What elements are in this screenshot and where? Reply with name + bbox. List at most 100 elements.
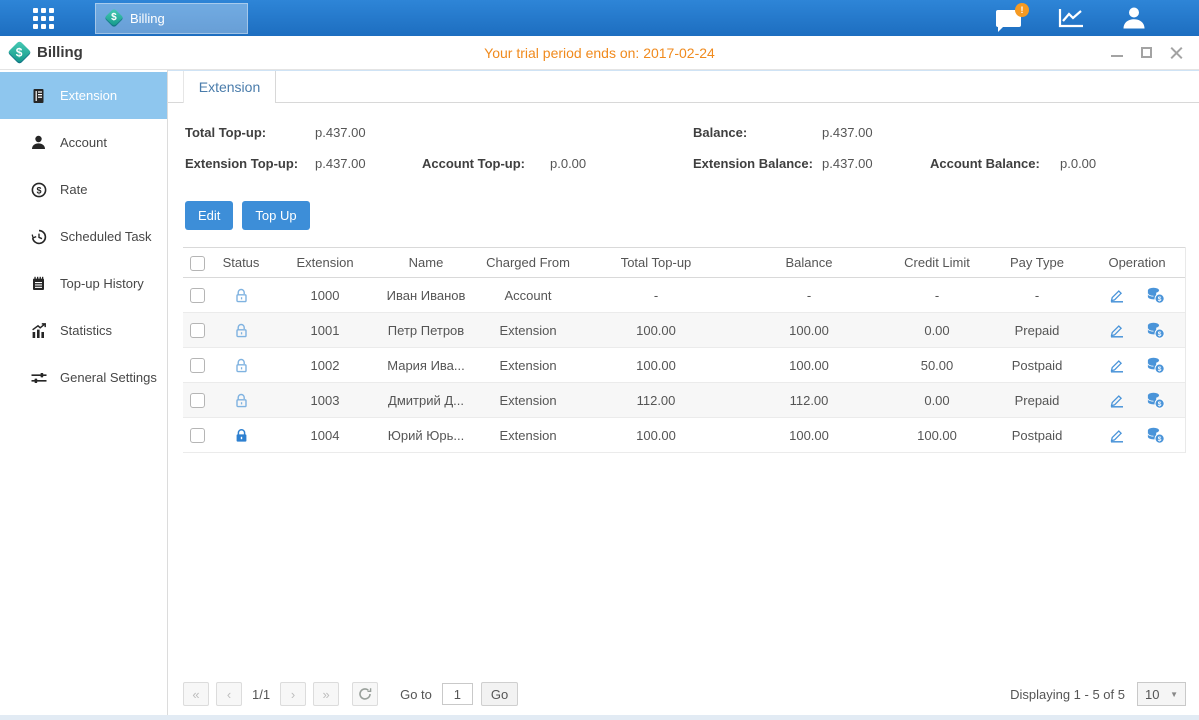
table-row: 1004 Юрий Юрь... Extension 100.00 100.00…: [183, 418, 1185, 453]
open-lock-icon[interactable]: [233, 322, 250, 339]
sidebar-item-rate[interactable]: $ Rate: [0, 166, 167, 213]
total-topup-label: Total Top-up:: [185, 125, 266, 140]
prev-page-button[interactable]: ‹: [216, 682, 242, 706]
sidebar-item-label: Scheduled Task: [60, 229, 152, 244]
row-checkbox[interactable]: [190, 358, 205, 373]
cell-balance: 100.00: [729, 348, 889, 383]
open-lock-icon[interactable]: [233, 287, 250, 304]
col-pay-type: Pay Type: [985, 248, 1089, 278]
bar-chart-icon: [30, 323, 47, 338]
cell-credit-limit: -: [889, 278, 985, 313]
window-title: Billing: [37, 44, 83, 61]
open-lock-icon[interactable]: [233, 392, 250, 409]
billing-diamond-icon: $: [7, 40, 31, 64]
cell-balance: -: [729, 278, 889, 313]
cell-extension: 1000: [271, 278, 379, 313]
edit-pencil-icon[interactable]: [1109, 393, 1125, 408]
topup-coins-icon[interactable]: $: [1146, 287, 1165, 304]
window-bottom-edge: [0, 715, 1199, 720]
person-icon: [30, 135, 47, 150]
cell-credit-limit: 50.00: [889, 348, 985, 383]
go-button[interactable]: Go: [481, 682, 518, 706]
maximize-icon[interactable]: [1140, 46, 1153, 59]
goto-page-input[interactable]: [442, 683, 473, 705]
window-title-bar: $ Billing Your trial period ends on: 201…: [0, 36, 1199, 70]
table-header-row: Status Extension Name Charged From Total…: [183, 248, 1185, 278]
notepad-icon: [30, 276, 47, 291]
apps-grid-icon[interactable]: [33, 8, 54, 29]
page-indicator: 1/1: [252, 687, 270, 702]
cell-charged-from: Extension: [473, 418, 583, 453]
topup-coins-icon[interactable]: $: [1146, 392, 1165, 409]
extension-balance-label: Extension Balance:: [693, 156, 813, 171]
user-icon[interactable]: [1121, 6, 1147, 30]
clock-history-icon: [30, 229, 47, 245]
cell-total-topup: 100.00: [583, 313, 729, 348]
cell-extension: 1004: [271, 418, 379, 453]
topup-coins-icon[interactable]: $: [1146, 357, 1165, 374]
sidebar-item-general-settings[interactable]: General Settings: [0, 354, 167, 401]
row-checkbox[interactable]: [190, 393, 205, 408]
closed-lock-icon[interactable]: [233, 427, 250, 444]
cell-charged-from: Extension: [473, 313, 583, 348]
row-checkbox[interactable]: [190, 323, 205, 338]
cell-extension: 1003: [271, 383, 379, 418]
chevron-down-icon: ▼: [1170, 690, 1178, 699]
sidebar-item-account[interactable]: Account: [0, 119, 167, 166]
top-up-button[interactable]: Top Up: [242, 201, 309, 230]
svg-text:$: $: [1158, 366, 1162, 373]
billing-diamond-icon: $: [104, 8, 124, 28]
page-size-select[interactable]: 10 ▼: [1137, 682, 1186, 706]
account-topup-label: Account Top-up:: [422, 156, 525, 171]
cell-credit-limit: 0.00: [889, 313, 985, 348]
tab-extension[interactable]: Extension: [183, 71, 276, 103]
billing-app-tab[interactable]: $ Billing: [95, 3, 248, 34]
sidebar-item-topup-history[interactable]: Top-up History: [0, 260, 167, 307]
first-page-button[interactable]: «: [183, 682, 209, 706]
svg-text:$: $: [1158, 331, 1162, 338]
open-lock-icon[interactable]: [233, 357, 250, 374]
extensions-table: Status Extension Name Charged From Total…: [183, 247, 1186, 453]
ledger-icon: [30, 88, 47, 104]
minimize-icon[interactable]: [1110, 46, 1123, 59]
extension-topup-label: Extension Top-up:: [185, 156, 298, 171]
sidebar-item-extension[interactable]: Extension: [0, 72, 167, 119]
pagination-bar: « ‹ 1/1 › » Go to Go Displaying 1 - 5 of…: [183, 681, 1186, 707]
billing-app-window: { "topbar": { "app_tab_label": "Billing"…: [0, 0, 1199, 720]
sidebar-item-statistics[interactable]: Statistics: [0, 307, 167, 354]
row-checkbox[interactable]: [190, 288, 205, 303]
reports-chart-icon[interactable]: [1057, 7, 1085, 29]
edit-pencil-icon[interactable]: [1109, 323, 1125, 338]
col-total-topup: Total Top-up: [583, 248, 729, 278]
topup-coins-icon[interactable]: $: [1146, 322, 1165, 339]
svg-text:$: $: [1158, 436, 1162, 443]
top-app-bar: $ Billing !: [0, 0, 1199, 36]
cell-credit-limit: 100.00: [889, 418, 985, 453]
page-size-value: 10: [1145, 687, 1159, 702]
row-checkbox[interactable]: [190, 428, 205, 443]
select-all-checkbox[interactable]: [190, 256, 205, 271]
sidebar: Extension Account $ Rate Scheduled Task …: [0, 70, 168, 720]
table-row: 1003 Дмитрий Д... Extension 112.00 112.0…: [183, 383, 1185, 418]
next-page-button[interactable]: ›: [280, 682, 306, 706]
last-page-button[interactable]: »: [313, 682, 339, 706]
refresh-icon[interactable]: [352, 682, 378, 706]
edit-pencil-icon[interactable]: [1109, 428, 1125, 443]
edit-button[interactable]: Edit: [185, 201, 233, 230]
close-icon[interactable]: [1170, 46, 1183, 59]
messages-icon[interactable]: !: [996, 10, 1021, 27]
sidebar-item-scheduled-task[interactable]: Scheduled Task: [0, 213, 167, 260]
edit-pencil-icon[interactable]: [1109, 358, 1125, 373]
account-topup-value: p.0.00: [550, 156, 586, 171]
col-extension: Extension: [271, 248, 379, 278]
edit-pencil-icon[interactable]: [1109, 288, 1125, 303]
topup-coins-icon[interactable]: $: [1146, 427, 1165, 444]
cell-total-topup: 112.00: [583, 383, 729, 418]
extension-balance-value: p.437.00: [822, 156, 873, 171]
cell-pay-type: Postpaid: [985, 418, 1089, 453]
cell-name: Иван Иванов: [379, 278, 473, 313]
col-status: Status: [211, 248, 271, 278]
dollar-circle-icon: $: [30, 182, 47, 198]
sliders-icon: [30, 372, 47, 384]
cell-charged-from: Extension: [473, 348, 583, 383]
